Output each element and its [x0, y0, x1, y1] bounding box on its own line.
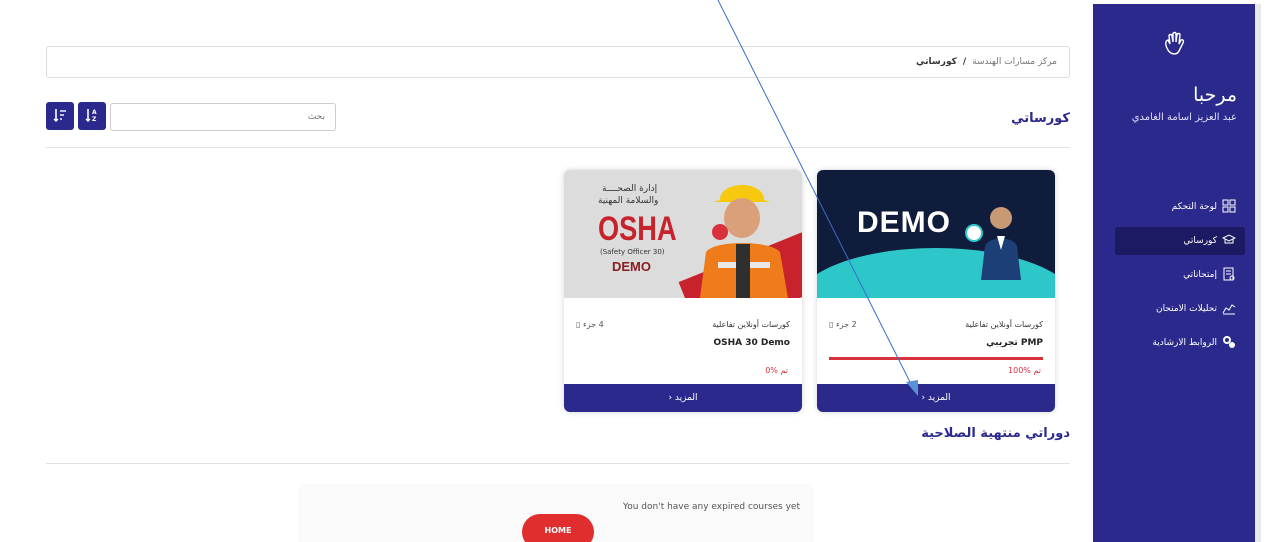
link-icon — [1221, 335, 1237, 352]
breadcrumb: مركز مسارات الهندسة / كورساتي — [46, 46, 1070, 78]
graduation-cap-icon — [1221, 233, 1237, 250]
sidebar-item-dashboard[interactable]: لوحة التحكم — [1111, 190, 1237, 224]
expired-section-title: دوراتي منتهية الصلاحية — [921, 426, 1070, 441]
parts-count: 2 جزء — [835, 320, 857, 329]
expired-courses-panel: You don't have any expired courses yet H… — [300, 486, 812, 542]
document-icon: ▯ — [829, 320, 834, 329]
sidebar-item-label: الروابط الارشادية — [1152, 338, 1217, 348]
course-thumbnail: DEMO — [817, 170, 1055, 298]
sidebar-item-guide-links[interactable]: الروابط الارشادية — [1111, 326, 1237, 360]
parts-count: 4 جزء — [582, 320, 604, 329]
sidebar-item-label: كورساتي — [1183, 236, 1217, 246]
breadcrumb-separator: / — [962, 57, 967, 67]
waving-hand-icon — [1093, 30, 1255, 65]
sort-descending-icon — [52, 107, 68, 126]
svg-text:Z: Z — [92, 116, 97, 123]
dashboard-grid-icon — [1221, 199, 1237, 216]
thumbnail-title-line2: والسلامة المهنية — [598, 196, 659, 206]
sort-alphabetical-icon: AZ — [84, 107, 100, 126]
sidebar-item-exam-analytics[interactable]: تحليلات الامتحان — [1111, 292, 1237, 326]
thumbnail-subtitle: (Safety Officer 30) — [600, 248, 665, 256]
course-card[interactable]: DEMO كورسات أونلاين تفاعلية 2 جزء ▯ PMP … — [817, 170, 1055, 412]
divider — [46, 147, 1070, 148]
document-icon: ▯ — [576, 320, 581, 329]
greeting: مرحبا — [1193, 84, 1237, 106]
chart-analytics-icon — [1221, 301, 1237, 318]
thumbnail-title-line1: إدارة الصحــــة — [602, 184, 658, 194]
course-parts: 2 جزء ▯ — [829, 320, 857, 329]
sidebar-item-label: إمتحاناتي — [1183, 270, 1217, 280]
course-type: كورسات أونلاين تفاعلية — [712, 320, 790, 329]
thumbnail-big-text: OSHA — [598, 210, 677, 248]
sidebar-item-label: تحليلات الامتحان — [1155, 304, 1217, 314]
more-button[interactable]: المزيد ‹ — [564, 384, 802, 412]
breadcrumb-root[interactable]: مركز مسارات الهندسة — [972, 57, 1057, 67]
course-name: OSHA 30 Demo — [713, 338, 790, 348]
svg-text:A: A — [92, 109, 97, 116]
breadcrumb-current: كورساتي — [916, 57, 957, 67]
progress-bar — [829, 357, 1043, 360]
exam-document-icon — [1221, 267, 1237, 284]
divider — [46, 463, 1070, 464]
instructor-image — [981, 207, 1021, 280]
sidebar-item-label: لوحة التحكم — [1171, 202, 1217, 212]
safety-worker-image — [700, 185, 788, 298]
progress-label: 0% تم — [765, 366, 788, 375]
course-thumbnail: إدارة الصحــــة والسلامة المهنية OSHA (S… — [564, 170, 802, 298]
page-title: كورساتي — [1011, 111, 1070, 126]
course-type: كورسات أونلاين تفاعلية — [965, 320, 1043, 329]
progress-label: 100% تم — [1008, 366, 1041, 375]
search-input[interactable] — [110, 103, 336, 131]
sidebar-item-my-exams[interactable]: إمتحاناتي — [1111, 258, 1237, 292]
course-card[interactable]: إدارة الصحــــة والسلامة المهنية OSHA (S… — [564, 170, 802, 412]
sidebar: مرحبا عبد العزيز اسامة الغامدي لوحة التح… — [1093, 4, 1255, 542]
more-button[interactable]: المزيد ‹ — [817, 384, 1055, 412]
sort-desc-button[interactable] — [46, 102, 74, 130]
sidebar-item-my-courses[interactable]: كورساتي — [1115, 227, 1245, 255]
progress-fill — [829, 357, 1043, 360]
sidebar-menu: لوحة التحكم كورساتي إمتحاناتي تحليلات ال… — [1111, 190, 1245, 360]
home-button[interactable]: HOME — [522, 514, 594, 542]
scrollbar[interactable] — [1255, 4, 1261, 542]
page: مرحبا عبد العزيز اسامة الغامدي لوحة التح… — [0, 0, 1268, 542]
thumbnail-demo-text: DEMO — [612, 259, 651, 274]
logo-badge — [965, 224, 983, 242]
course-parts: 4 جزء ▯ — [576, 320, 604, 329]
course-name: PMP تجريبي — [986, 338, 1043, 348]
sort-az-button[interactable]: AZ — [78, 102, 106, 130]
thumbnail-text: DEMO — [857, 206, 951, 239]
empty-message: You don't have any expired courses yet — [622, 502, 800, 512]
user-name: عبد العزيز اسامة الغامدي — [1131, 112, 1237, 123]
